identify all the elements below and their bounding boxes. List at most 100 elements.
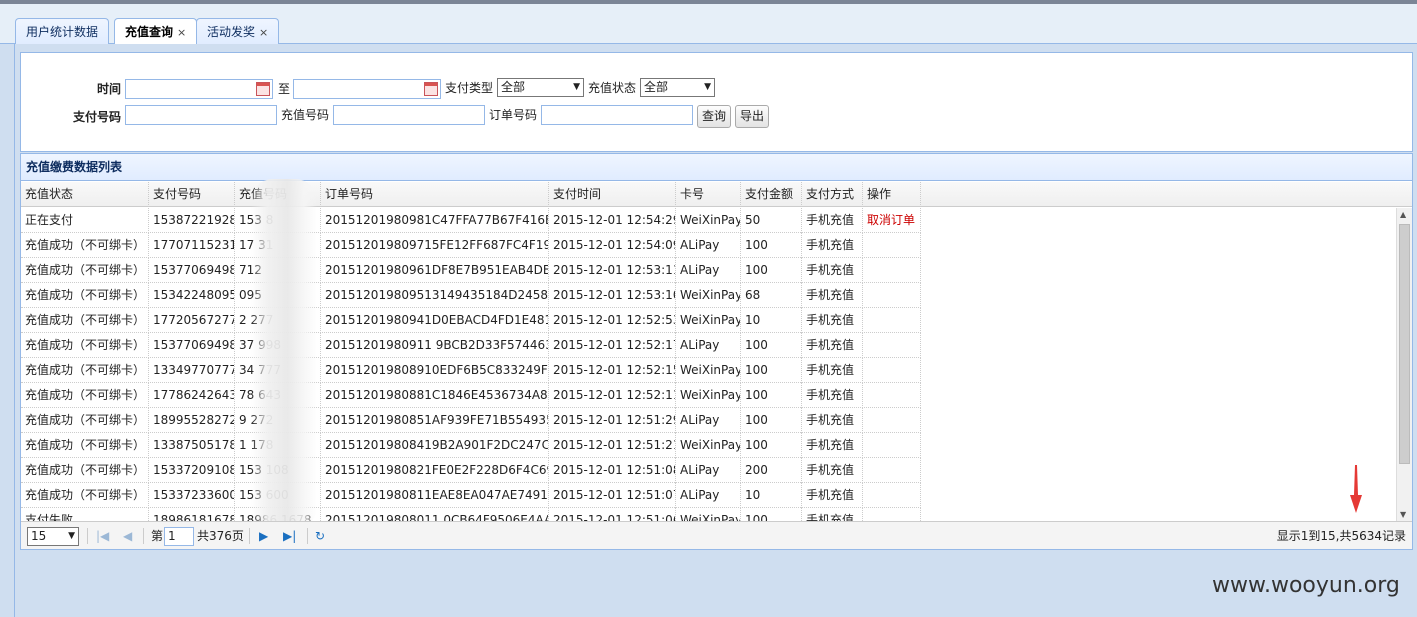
last-page-icon[interactable]: ▶| [283,528,296,544]
table-cell: 20151201980981C47FFA77B67F416E9 [321,208,549,233]
column-header[interactable]: 卡号 [676,182,741,207]
table-cell: 手机充值 [802,233,863,258]
column-header[interactable]: 操作 [863,182,921,207]
page-size-value: 15 [31,529,47,543]
table-cell: 充值成功（不可绑卡） [21,308,149,333]
export-button[interactable]: 导出 [735,105,769,128]
table-cell [863,333,921,358]
table-cell: ALiPay [676,483,741,508]
table-row[interactable]: 充值成功（不可绑卡）17786242643 78 643201512019808… [21,383,921,408]
start-time-input[interactable] [125,79,273,99]
pay-type-select[interactable]: 全部 ▼ [497,78,584,97]
first-page-icon[interactable]: |◀ [96,528,109,544]
table-cell: 100 [741,433,802,458]
grid-title: 充值缴费数据列表 [21,154,1412,181]
table-cell: 15387221928 [149,208,235,233]
recharge-status-select[interactable]: 全部 ▼ [640,78,715,97]
column-header[interactable]: 支付时间 [549,182,676,207]
tab-label: 充值查询 [125,25,174,39]
table-cell: 2015-12-01 12:52:17 [549,333,676,358]
column-header[interactable]: 支付金额 [741,182,802,207]
vertical-scrollbar[interactable]: ▲ ▼ [1396,208,1412,521]
tab-user-stats[interactable]: 用户统计数据 [15,18,110,45]
table-cell: 手机充值 [802,408,863,433]
table-row[interactable]: 充值成功（不可绑卡）17720567277 2 2772015120198094… [21,308,921,333]
close-icon[interactable]: × [259,26,268,39]
table-cell: ALiPay [676,258,741,283]
table-cell [863,283,921,308]
tab-recharge-query[interactable]: 充值查询 × [114,18,198,46]
recharge-number-input[interactable] [333,105,485,125]
table-cell: 201512019808910EDF6B5C833249FDB [321,358,549,383]
table-cell: WeiXinPay [676,283,741,308]
table-cell: 充值成功（不可绑卡） [21,433,149,458]
column-header[interactable]: 订单号码 [321,182,549,207]
table-cell: WeiXinPay [676,358,741,383]
tab-label: 活动发奖 [207,25,256,39]
total-pages: 共376页 [197,529,244,543]
table-row[interactable]: 充值成功（不可绑卡）15337209108153 108201512019808… [21,458,921,483]
caret-down-icon: ▼ [68,531,75,541]
pager-separator [249,528,250,544]
table-cell: ALiPay [676,233,741,258]
pay-number-input[interactable] [125,105,277,125]
scroll-down-icon[interactable]: ▼ [1400,510,1406,519]
scroll-up-icon[interactable]: ▲ [1400,210,1406,219]
page-size-select[interactable]: 15 ▼ [27,527,79,546]
order-number-input[interactable] [541,105,693,125]
caret-down-icon: ▼ [704,82,711,92]
table-cell: 20151201980811EAE8EA047AE749118 [321,483,549,508]
column-header[interactable]: 支付号码 [149,182,235,207]
table-cell: 100 [741,333,802,358]
to-label: 至 [278,82,291,96]
table-row[interactable]: 支付失败1898618167818986 1678201512019808011… [21,508,921,521]
pager-separator [87,528,88,544]
table-row[interactable]: 充值成功（不可绑卡）15377069498 71220151201980961D… [21,258,921,283]
table-row[interactable]: 充值成功（不可绑卡）133875051781 17820151201980841… [21,433,921,458]
refresh-icon[interactable]: ↻ [315,528,325,544]
table-row[interactable]: 正在支付15387221928153 820151201980981C47FFA… [21,208,921,233]
calendar-icon[interactable] [256,82,270,96]
search-panel: 时间 至 支付类型 全部 ▼ 充值状态 全部 ▼ 支付号码 充值号码 订单号码 查询… [20,52,1413,152]
table-cell: 15342248095 [149,283,235,308]
tab-strip: 用户统计数据 充值查询 × 活动发奖 × [0,4,1417,46]
table-row[interactable]: 充值成功（不可绑卡）13349770777 34 777201512019808… [21,358,921,383]
pay-type-label: 支付类型 [445,81,494,95]
table-cell: 2015-12-01 12:51:21 [549,433,676,458]
table-cell: 18995528272 [149,408,235,433]
page-prefix: 第 [151,529,164,543]
table-cell [863,258,921,283]
calendar-icon[interactable] [424,82,438,96]
cancel-order-link[interactable]: 取消订单 [863,208,921,233]
next-page-icon[interactable]: ▶ [259,528,268,544]
table-cell: 201512019808011 0CB64F9506E4AA78 [321,508,549,521]
time-label: 时间 [97,82,122,96]
end-time-input[interactable] [293,79,441,99]
order-number-label: 订单号码 [489,108,538,122]
table-cell: 手机充值 [802,508,863,521]
table-row[interactable]: 充值成功（不可绑卡）18995528272 9 2722015120198085… [21,408,921,433]
tab-activity-award[interactable]: 活动发奖 × [196,18,280,45]
table-cell: 13349770777 [149,358,235,383]
table-row[interactable]: 充值成功（不可绑卡）15342248095 095201512019809513… [21,283,921,308]
table-cell: WeiXinPay [676,433,741,458]
table-cell: 201512019809715FE12FF687FC4F19A [321,233,549,258]
table-cell [863,233,921,258]
prev-page-icon[interactable]: ◀ [123,528,132,544]
table-row[interactable]: 充值成功（不可绑卡）15337233600153 600201512019808… [21,483,921,508]
column-header[interactable]: 支付方式 [802,182,863,207]
query-button[interactable]: 查询 [697,105,731,128]
table-cell: 正在支付 [21,208,149,233]
table-cell: 充值成功（不可绑卡） [21,233,149,258]
table-cell: 20151201980821FE0E2F228D6F4C698 [321,458,549,483]
table-row[interactable]: 充值成功（不可绑卡）15377069498 37 998201512019809… [21,333,921,358]
table-cell: 201512019808419B2A901F2DC247CE9 [321,433,549,458]
close-icon[interactable]: × [177,26,186,39]
current-page-input[interactable]: 1 [164,527,194,546]
column-header[interactable]: 充值状态 [21,182,149,207]
table-cell: 2015-12-01 12:52:11 [549,383,676,408]
table-cell: 2015-12-01 12:52:53 [549,308,676,333]
table-row[interactable]: 充值成功（不可绑卡）1770711523117 3120151201980971… [21,233,921,258]
pay-type-value: 全部 [501,80,526,94]
scrollbar-thumb[interactable] [1399,224,1410,464]
